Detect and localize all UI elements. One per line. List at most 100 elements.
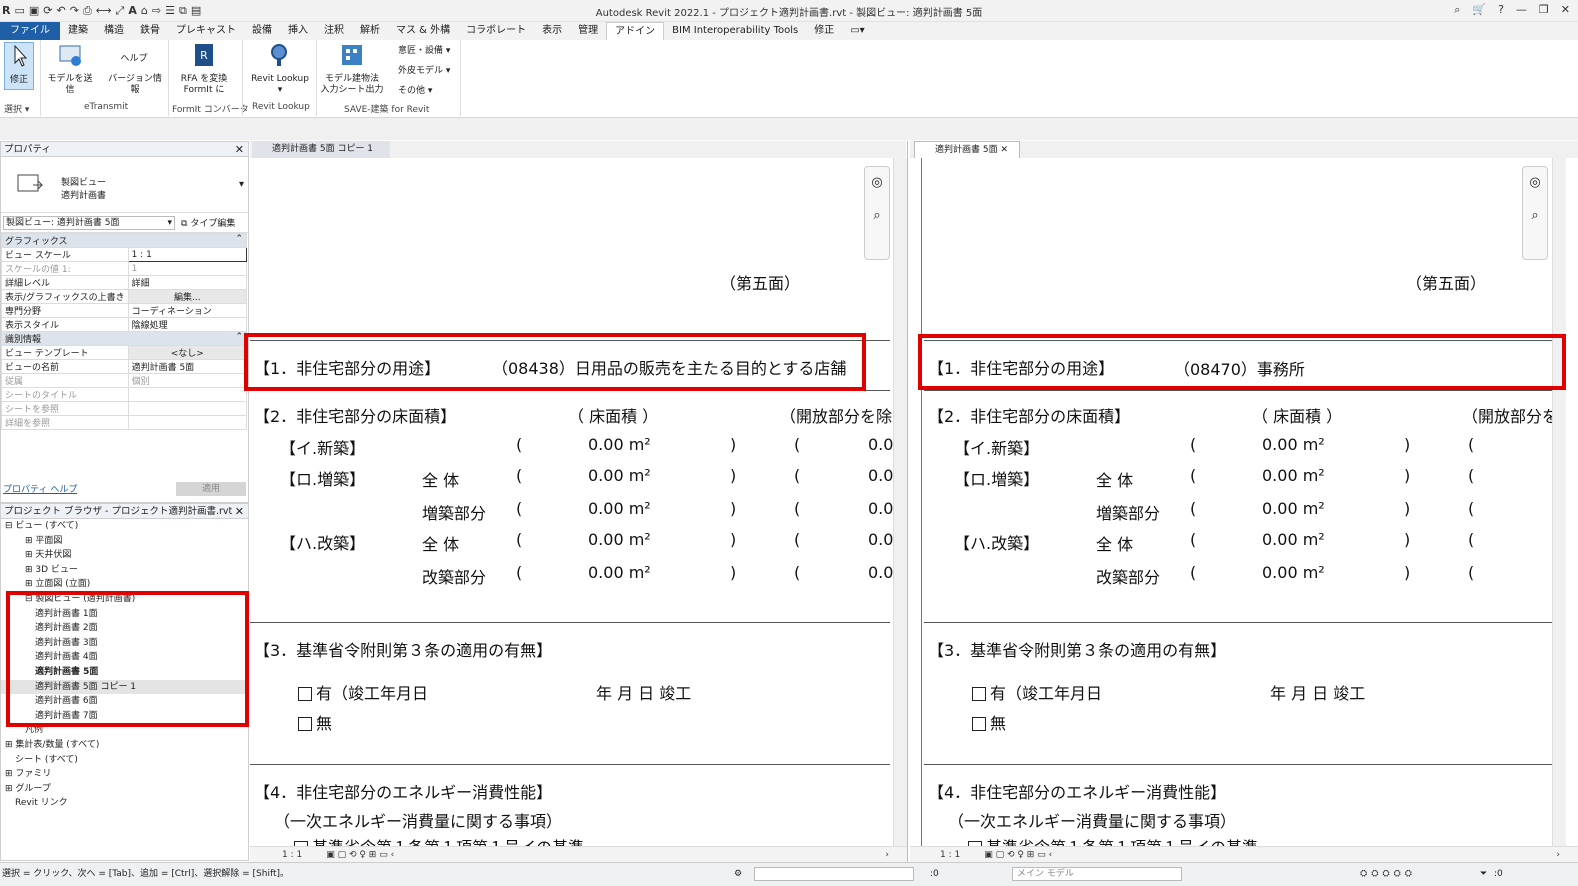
checkbox-yes[interactable] bbox=[298, 687, 312, 701]
property-row[interactable]: スケールの値 1: 1 bbox=[1, 261, 248, 276]
tree-item[interactable]: ⊞ 平面図 bbox=[1, 534, 248, 549]
property-value[interactable]: <なし> bbox=[127, 345, 248, 360]
option-envelope[interactable]: 外皮モデル ▾ bbox=[398, 66, 450, 77]
scroll-right-icon[interactable]: › bbox=[885, 847, 889, 863]
tree-item[interactable]: ⊟ ビュー (すべて) bbox=[1, 519, 248, 534]
menu-tab[interactable]: 修正 bbox=[806, 22, 842, 40]
menu-tab[interactable]: プレキャスト bbox=[168, 22, 244, 40]
tree-item[interactable]: ⊞ ファミリ bbox=[1, 767, 248, 782]
menu-tab[interactable]: コラボレート bbox=[458, 22, 534, 40]
view-controls-icons[interactable]: ▣ ▢ ⟲ ♀ ⊞ ▭ ‹ bbox=[984, 850, 1052, 860]
tree-item[interactable]: シート (すべて) bbox=[1, 753, 248, 768]
zoom-icon[interactable]: ⌕ bbox=[865, 208, 889, 223]
property-row[interactable]: ビュー テンプレート <なし> bbox=[1, 345, 248, 360]
menu-tab[interactable]: アドイン bbox=[606, 21, 665, 41]
property-value[interactable] bbox=[127, 387, 248, 402]
property-value[interactable]: 陰線処理 bbox=[127, 317, 248, 332]
view-scale[interactable]: 1 : 1 bbox=[282, 850, 302, 860]
close-icon[interactable]: ✕ bbox=[235, 504, 244, 519]
worksets-icon[interactable]: ⚙ bbox=[734, 863, 742, 885]
menu-tab[interactable]: 挿入 bbox=[280, 22, 316, 40]
option-design[interactable]: 意匠・設備 ▾ bbox=[398, 46, 450, 57]
close-icon[interactable]: ✕ bbox=[1000, 145, 1008, 155]
filter-icon[interactable]: ⏷ bbox=[1480, 863, 1487, 885]
property-row[interactable]: シートを参照 bbox=[1, 401, 248, 416]
drawing-area-right[interactable]: （第五面） 【1．非住宅部分の用途】 （08470）事務所 【2．非住宅部分の床面積】… bbox=[910, 158, 1552, 846]
close-icon[interactable]: ✕ bbox=[235, 142, 244, 157]
menu-tab[interactable]: 表示 bbox=[534, 22, 570, 40]
send-model-button[interactable]: モデルを送信 bbox=[44, 42, 96, 96]
steering-wheel-icon[interactable]: ◎ bbox=[1523, 175, 1547, 190]
option-other[interactable]: その他 ▾ bbox=[398, 86, 432, 97]
restore-button[interactable]: ❐ bbox=[1539, 3, 1549, 17]
help-icon[interactable]: ? bbox=[1498, 3, 1504, 17]
expand-icon[interactable]: ⊞ bbox=[5, 740, 15, 750]
properties-help-link[interactable]: プロパティ ヘルプ bbox=[3, 482, 77, 495]
drawing-area-left[interactable]: （第五面） 【1．非住宅部分の用途】 （08438）日用品の販売を主たる目的とする店… bbox=[250, 158, 893, 846]
workset-select[interactable] bbox=[754, 867, 914, 881]
design-option-select[interactable]: メイン モデル bbox=[1012, 867, 1182, 881]
scrollbar-left[interactable] bbox=[893, 158, 907, 846]
menu-tab[interactable]: マス & 外構 bbox=[388, 22, 458, 40]
menu-tab[interactable]: 管理 bbox=[570, 22, 606, 40]
expand-icon[interactable]: ⊞ bbox=[5, 784, 15, 794]
property-row[interactable]: 詳細レベル 詳細 bbox=[1, 275, 248, 290]
expand-icon[interactable]: ⊞ bbox=[25, 579, 35, 589]
property-row[interactable]: ビューの名前 適判計画書 5面 bbox=[1, 359, 248, 374]
checkbox-yes[interactable] bbox=[972, 687, 986, 701]
close-button[interactable]: ✕ bbox=[1561, 3, 1570, 17]
type-selector[interactable]: 製図ビュー 適判計画書 ▾ bbox=[1, 157, 248, 213]
tree-item[interactable]: ⊞ 3D ビュー bbox=[1, 563, 248, 578]
apply-button[interactable]: 適用 bbox=[176, 482, 246, 496]
menu-tab[interactable]: BIM Interoperability Tools bbox=[664, 22, 806, 40]
ribbon-toggle-icon[interactable]: ▭▾ bbox=[842, 22, 872, 40]
view-controls-icons[interactable]: ▣ ▢ ⟲ ♀ ⊞ ▭ ‹ bbox=[326, 850, 394, 860]
menu-tab[interactable]: 注釈 bbox=[316, 22, 352, 40]
section-graphics[interactable]: グラフィックス ⌃ bbox=[1, 233, 247, 248]
property-row[interactable]: 表示スタイル 陰線処理 bbox=[1, 317, 248, 332]
expand-icon[interactable]: ⊞ bbox=[25, 565, 35, 575]
property-value[interactable]: 1 bbox=[127, 261, 248, 276]
section-identity[interactable]: 識別情報 ⌃ bbox=[1, 331, 247, 346]
tree-item[interactable]: ⊞ グループ bbox=[1, 782, 248, 797]
modify-button[interactable]: 修正 bbox=[4, 42, 34, 90]
search-icon[interactable]: ⌕ bbox=[1454, 3, 1460, 17]
expand-icon[interactable]: ⊟ bbox=[5, 521, 15, 531]
property-row[interactable]: ビュー スケール 1 : 1 bbox=[1, 247, 248, 262]
property-value[interactable]: 詳細 bbox=[127, 275, 248, 290]
tree-item[interactable]: Revit リンク bbox=[1, 796, 248, 811]
property-row[interactable]: 詳細を参照 bbox=[1, 415, 248, 430]
tree-item[interactable]: ⊞ 天井伏図 bbox=[1, 548, 248, 563]
expand-icon[interactable]: ⊞ bbox=[5, 769, 15, 779]
view-splitter[interactable] bbox=[907, 141, 908, 862]
tab-left-view[interactable]: 適判計画書 5面 コピー 1 bbox=[252, 141, 390, 158]
property-value[interactable] bbox=[127, 401, 248, 416]
property-value[interactable]: コーディネーション bbox=[127, 303, 248, 318]
menu-tab[interactable]: ファイル bbox=[0, 22, 60, 40]
scrollbar-right[interactable] bbox=[1552, 158, 1566, 846]
menu-tab[interactable]: 構造 bbox=[96, 22, 132, 40]
tab-right-view[interactable]: 適判計画書 5面 ✕ bbox=[914, 141, 1020, 158]
navigation-bar-right[interactable]: ◎ ⌕ bbox=[1522, 166, 1548, 260]
menu-tab[interactable]: 解析 bbox=[352, 22, 388, 40]
property-row[interactable]: 専門分野 コーディネーション bbox=[1, 303, 248, 318]
expand-icon[interactable]: ⊞ bbox=[25, 536, 35, 546]
menu-tab[interactable]: 鉄骨 bbox=[132, 22, 168, 40]
steering-wheel-icon[interactable]: ◎ bbox=[865, 175, 889, 190]
property-value[interactable]: 個別 bbox=[127, 373, 248, 388]
menu-tab[interactable]: 建築 bbox=[60, 22, 96, 40]
select-dropdown[interactable]: 選択 ▾ bbox=[4, 102, 29, 115]
instance-selector[interactable]: 製図ビュー: 適判計画書 5面 ▾ bbox=[3, 216, 175, 230]
revit-lookup-button[interactable]: Revit Lookup ▾ bbox=[248, 42, 312, 96]
version-button[interactable]: バージョン情報 bbox=[104, 74, 166, 96]
property-value[interactable]: 1 : 1 bbox=[127, 247, 248, 262]
tree-item[interactable]: ⊞ 集計表/数量 (すべて) bbox=[1, 738, 248, 753]
tree-item[interactable]: ⊞ 立面図 (立面) bbox=[1, 577, 248, 592]
help-link[interactable]: ヘルプ bbox=[104, 54, 164, 65]
view-scale[interactable]: 1 : 1 bbox=[940, 850, 960, 860]
selection-filters-icons[interactable]: ⛭⛭⛭⛭⛭ bbox=[1360, 863, 1416, 885]
scroll-right-icon[interactable]: › bbox=[1556, 847, 1560, 863]
menu-tab[interactable]: 設備 bbox=[244, 22, 280, 40]
zoom-icon[interactable]: ⌕ bbox=[1523, 208, 1547, 223]
navigation-bar-left[interactable]: ◎ ⌕ bbox=[864, 166, 890, 260]
